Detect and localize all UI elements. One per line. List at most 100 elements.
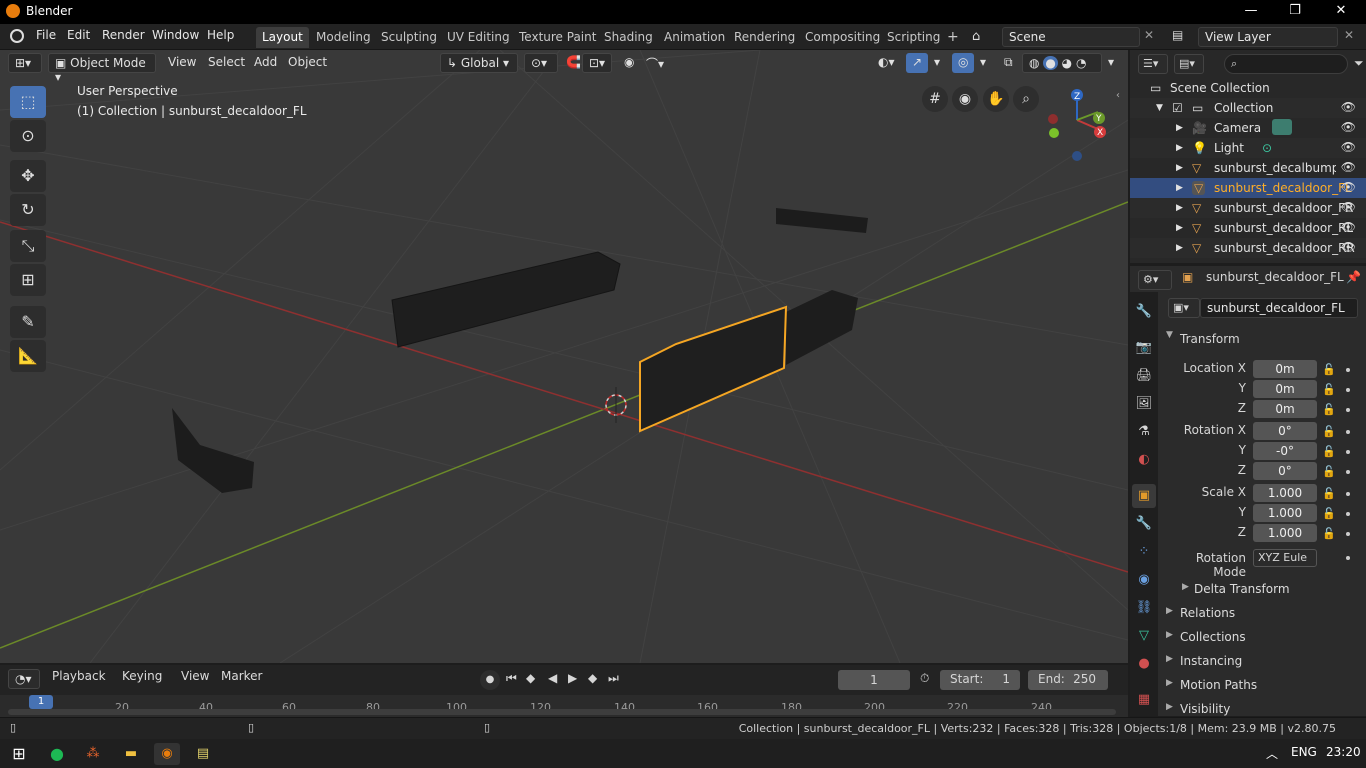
expand-arrow-icon[interactable]: ▼: [1156, 103, 1163, 113]
eye-icon[interactable]: 👁: [1341, 180, 1356, 194]
outliner-row-collection[interactable]: ▼ ☑ ▭ Collection 👁: [1130, 98, 1366, 118]
keyframe-dot-icon[interactable]: [1346, 532, 1350, 536]
view-layer-settings-icon[interactable]: 🖼: [1132, 392, 1156, 416]
tab-animation[interactable]: Animation: [658, 27, 731, 48]
expand-arrow-icon[interactable]: ▶: [1176, 243, 1183, 253]
solid-shading-icon[interactable]: ●: [1043, 56, 1058, 70]
output-settings-icon[interactable]: 🖨: [1132, 364, 1156, 388]
keyframe-dot-icon[interactable]: [1346, 430, 1350, 434]
scale-y-field[interactable]: 1.000: [1253, 504, 1317, 522]
3d-viewport[interactable]: User Perspective (1) Collection | sunbur…: [0, 50, 1128, 663]
tab-sculpting[interactable]: Sculpting: [375, 27, 443, 48]
tray-expand-icon[interactable]: ︿: [1266, 745, 1278, 762]
menu-window[interactable]: Window: [152, 28, 199, 42]
keyframe-dot-icon[interactable]: [1346, 368, 1350, 372]
mesh-data-icon[interactable]: ▽: [1132, 624, 1156, 648]
modifier-properties-icon[interactable]: 🔧: [1132, 512, 1156, 536]
panel-relations[interactable]: ▶ Relations: [1158, 602, 1364, 624]
expand-arrow-icon[interactable]: ▶: [1176, 143, 1183, 153]
rotate-tool-icon[interactable]: ↻: [10, 194, 46, 226]
expand-arrow-icon[interactable]: ▶: [1176, 203, 1183, 213]
filter-icon[interactable]: ⏷: [1354, 56, 1364, 71]
menu-help[interactable]: Help: [207, 28, 234, 42]
physics-properties-icon[interactable]: ◉: [1132, 568, 1156, 592]
tab-compositing[interactable]: Compositing: [799, 27, 886, 48]
lock-icon[interactable]: 🔓: [1322, 445, 1336, 458]
snap-target-icon[interactable]: ⊡▾: [582, 53, 612, 73]
sidebar-toggle-icon[interactable]: ‹: [1116, 90, 1120, 101]
lock-icon[interactable]: 🔓: [1322, 487, 1336, 500]
lock-icon[interactable]: 🔓: [1322, 403, 1336, 416]
expand-arrow-icon[interactable]: ▶: [1176, 163, 1183, 173]
eye-icon[interactable]: 👁: [1341, 200, 1356, 214]
outliner-search-input[interactable]: ⌕: [1224, 54, 1348, 74]
keyframe-dot-icon[interactable]: [1346, 492, 1350, 496]
file-explorer-icon[interactable]: ▬: [118, 743, 144, 765]
expand-arrow-icon[interactable]: ▶: [1176, 183, 1183, 193]
visibility-filter-icon[interactable]: ◐▾: [872, 53, 902, 73]
location-y-field[interactable]: 0m: [1253, 380, 1317, 398]
tab-modeling[interactable]: Modeling: [310, 27, 377, 48]
lock-icon[interactable]: 🔓: [1322, 363, 1336, 376]
snap-toggle-icon[interactable]: 🧲: [560, 53, 582, 73]
panel-delta-transform[interactable]: ▶ Delta Transform: [1158, 578, 1364, 600]
timeline-marker-menu[interactable]: Marker: [221, 669, 262, 683]
eye-icon[interactable]: 👁: [1341, 220, 1356, 234]
move-tool-icon[interactable]: ✥: [10, 160, 46, 192]
current-frame-field[interactable]: 1: [838, 670, 910, 690]
material-shading-icon[interactable]: ◕: [1062, 56, 1072, 70]
particle-properties-icon[interactable]: ⁘: [1132, 540, 1156, 564]
tab-layout[interactable]: Layout: [256, 27, 309, 48]
light-data-icon[interactable]: ⊙: [1262, 141, 1272, 155]
viewport-menu-select[interactable]: Select: [202, 53, 251, 73]
playhead[interactable]: 1: [29, 695, 53, 709]
scale-tool-icon[interactable]: ⤡: [10, 230, 46, 262]
pivot-point-icon[interactable]: ⊙▾: [524, 53, 558, 73]
play-reverse-icon[interactable]: ◀: [548, 671, 557, 685]
outliner-row-scene-collection[interactable]: ▭ Scene Collection: [1130, 78, 1366, 98]
object-browse-icon[interactable]: ▣▾: [1168, 298, 1200, 318]
jump-start-icon[interactable]: ⏮: [506, 671, 517, 686]
prev-keyframe-icon[interactable]: ◆: [526, 671, 535, 685]
timeline-view-menu[interactable]: View: [181, 669, 209, 683]
object-properties-icon[interactable]: ▣: [1132, 484, 1156, 508]
keyframe-dot-icon[interactable]: [1346, 388, 1350, 392]
object-name-field[interactable]: sunburst_decaldoor_FL: [1200, 298, 1358, 318]
expand-arrow-icon[interactable]: ▶: [1176, 123, 1183, 133]
tab-shading[interactable]: Shading: [598, 27, 659, 48]
blender-task-icon[interactable]: ◉: [154, 743, 180, 765]
pan-hand-icon[interactable]: ✋: [983, 86, 1009, 112]
eye-icon[interactable]: 👁: [1341, 100, 1356, 114]
transform-panel-title[interactable]: Transform: [1180, 332, 1240, 346]
scale-x-field[interactable]: 1.000: [1253, 484, 1317, 502]
properties-editor-type-icon[interactable]: ⚙▾: [1138, 270, 1172, 290]
mode-dropdown[interactable]: ▣ Object Mode ▾: [48, 53, 156, 84]
rendered-shading-icon[interactable]: ◔: [1076, 56, 1086, 70]
outliner-row-bumper[interactable]: ▶ ▽ sunburst_decalbumper_F 👁: [1130, 158, 1366, 178]
menu-edit[interactable]: Edit: [67, 28, 90, 42]
editor-type-icon[interactable]: ⊞▾: [8, 53, 42, 73]
transform-tool-icon[interactable]: ⊞: [10, 264, 46, 296]
viewport-menu-view[interactable]: View: [162, 53, 202, 73]
outliner-row-camera[interactable]: ▶ 🎥 Camera 👁: [1130, 118, 1366, 138]
lock-icon[interactable]: 🔓: [1322, 425, 1336, 438]
start-frame-field[interactable]: Start: 1: [940, 670, 1020, 690]
display-mode-icon[interactable]: ▤▾: [1174, 54, 1204, 74]
eye-icon[interactable]: 👁: [1341, 120, 1356, 134]
location-x-field[interactable]: 0m: [1253, 360, 1317, 378]
shading-dropdown-icon[interactable]: ▾: [1102, 53, 1118, 73]
app-icon[interactable]: ⁂: [80, 743, 106, 765]
view-layer-remove-icon[interactable]: ✕: [1344, 28, 1354, 42]
tab-rendering[interactable]: Rendering: [728, 27, 801, 48]
add-workspace-button[interactable]: +: [941, 26, 965, 47]
language-indicator[interactable]: ENG: [1291, 745, 1317, 759]
gizmo-toggle-icon[interactable]: ↗: [906, 53, 928, 73]
viewport-menu-add[interactable]: Add: [248, 53, 283, 73]
jump-end-icon[interactable]: ⏭: [608, 671, 619, 686]
annotate-tool-icon[interactable]: ✎: [10, 306, 46, 338]
lock-icon[interactable]: 🔓: [1322, 383, 1336, 396]
panel-motion-paths[interactable]: ▶ Motion Paths: [1158, 674, 1364, 696]
keyframe-dot-icon[interactable]: [1346, 450, 1350, 454]
checkbox-icon[interactable]: ☑: [1172, 101, 1183, 115]
scale-z-field[interactable]: 1.000: [1253, 524, 1317, 542]
